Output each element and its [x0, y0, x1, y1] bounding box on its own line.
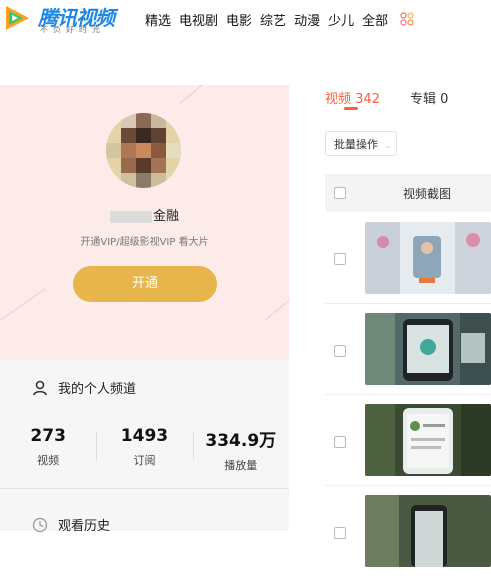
- video-thumbnail[interactable]: [365, 495, 491, 567]
- batch-operation-button[interactable]: 批量操作 ⌄: [325, 131, 397, 156]
- nav-item-featured[interactable]: 精选: [145, 10, 171, 29]
- username-suffix: 金融: [152, 209, 179, 224]
- table-header: 视频截图: [325, 174, 491, 212]
- open-vip-button[interactable]: 开通: [73, 266, 217, 302]
- chevron-down-icon: ⌄: [384, 141, 393, 151]
- video-thumbnail[interactable]: [365, 404, 491, 476]
- stat-label: 视频: [37, 454, 60, 467]
- stat-subscriptions[interactable]: 1493 订阅: [96, 426, 192, 473]
- top-header: 腾讯视频 不负好时光 精选 电视剧 电影 综艺 动漫 少儿 全部: [0, 0, 491, 38]
- clock-icon: [32, 517, 48, 532]
- tencent-video-logo-icon[interactable]: [3, 4, 31, 32]
- table-row: [325, 212, 491, 303]
- nav-item-all[interactable]: 全部: [362, 10, 388, 29]
- history-label: 观看历史: [58, 519, 111, 534]
- tab-count: 342: [355, 92, 380, 107]
- decor-line: [179, 85, 211, 104]
- divider: [0, 488, 289, 489]
- stat-value: 273: [30, 426, 66, 446]
- decor-line: [264, 294, 289, 321]
- channel-panel: 我的个人频道 273 视频 1493 订阅 334.9万 播放量 观看历史: [0, 360, 289, 534]
- profile-card: 金融 开通VIP/超级影视VIP 看大片 开通: [0, 85, 289, 360]
- redacted-name: [109, 210, 152, 223]
- channel-label: 我的个人频道: [58, 382, 137, 397]
- column-header-thumbnail: 视频截图: [403, 187, 452, 201]
- row-checkbox[interactable]: [334, 253, 346, 265]
- channel-stats: 273 视频 1493 订阅 334.9万 播放量: [0, 426, 289, 473]
- main-nav: 精选 电视剧 电影 综艺 动漫 少儿 全部: [145, 10, 396, 29]
- nav-item-anime[interactable]: 动漫: [294, 10, 320, 29]
- stat-videos[interactable]: 273 视频: [0, 426, 96, 473]
- table-row: [325, 394, 491, 485]
- nav-item-tv[interactable]: 电视剧: [179, 10, 218, 29]
- stat-label: 订阅: [133, 454, 156, 467]
- nav-item-kids[interactable]: 少儿: [328, 10, 354, 29]
- nav-item-movie[interactable]: 电影: [226, 10, 252, 29]
- tab-albums[interactable]: 专辑 0: [410, 88, 448, 107]
- tab-count: 0: [440, 92, 449, 107]
- avatar[interactable]: [106, 113, 181, 188]
- tab-label: 视频: [325, 92, 352, 107]
- table-row: [325, 303, 491, 394]
- active-tab-indicator: [344, 107, 358, 110]
- stat-value: 1493: [120, 426, 169, 446]
- video-thumbnail[interactable]: [365, 222, 491, 294]
- tab-label: 专辑: [409, 92, 436, 107]
- batch-label: 批量操作: [334, 138, 378, 151]
- video-thumbnail[interactable]: [365, 313, 491, 385]
- decor-line: [0, 288, 46, 321]
- username: 金融: [0, 205, 289, 224]
- stat-plays[interactable]: 334.9万 播放量: [192, 426, 289, 473]
- stat-value: 334.9万: [205, 431, 277, 451]
- row-checkbox[interactable]: [334, 345, 346, 357]
- user-icon: [33, 380, 47, 395]
- stat-label: 播放量: [224, 459, 258, 472]
- content-tabs: 视频 342 专辑 0: [325, 88, 448, 107]
- row-checkbox[interactable]: [334, 527, 346, 539]
- row-checkbox[interactable]: [334, 436, 346, 448]
- watch-history-link[interactable]: 观看历史: [32, 515, 110, 534]
- grid-dots-icon[interactable]: [400, 12, 414, 26]
- vip-tip: 开通VIP/超级影视VIP 看大片: [80, 237, 209, 248]
- nav-item-variety[interactable]: 综艺: [260, 10, 286, 29]
- logo-slogan: 不负好时光: [40, 25, 105, 34]
- select-all-checkbox[interactable]: [334, 187, 346, 199]
- tab-videos[interactable]: 视频 342: [325, 88, 380, 107]
- personal-channel-link[interactable]: 我的个人频道: [32, 378, 136, 397]
